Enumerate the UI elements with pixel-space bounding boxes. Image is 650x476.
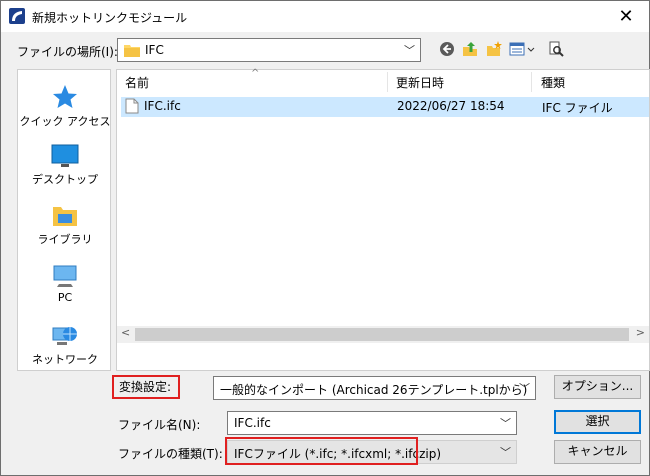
close-button[interactable]: ✕ bbox=[603, 1, 649, 32]
file-icon bbox=[125, 98, 139, 117]
view-list-icon bbox=[509, 42, 535, 56]
app-icon bbox=[9, 8, 25, 24]
lookin-value: IFC bbox=[145, 43, 164, 57]
file-list[interactable]: ^ 名前 更新日時 種類 IFC.ifc 2022/06/27 18:54 IF… bbox=[116, 68, 650, 371]
new-folder-icon bbox=[487, 41, 502, 56]
pc-icon bbox=[53, 265, 77, 287]
file-type-cell: IFC ファイル bbox=[542, 101, 613, 115]
chevron-down-icon[interactable]: ﹀ bbox=[519, 380, 530, 396]
column-divider[interactable] bbox=[531, 72, 532, 92]
sidebar-item-label: デスクトップ bbox=[32, 173, 98, 186]
places-sidebar: クイック アクセス デスクトップ ライブラリ PC ネットワーク bbox=[17, 69, 111, 371]
back-button[interactable] bbox=[437, 39, 457, 59]
column-header-modified[interactable]: 更新日時 bbox=[396, 70, 444, 94]
sidebar-item-libraries[interactable]: ライブラリ bbox=[18, 204, 112, 247]
scroll-left-icon[interactable]: < bbox=[121, 326, 130, 339]
column-divider[interactable] bbox=[387, 72, 388, 92]
up-folder-icon bbox=[463, 42, 477, 56]
chevron-down-icon[interactable]: ﹀ bbox=[404, 42, 415, 58]
sidebar-item-network[interactable]: ネットワーク bbox=[18, 324, 112, 367]
conversion-value: 一般的なインポート (Archicad 26テンプレート.tplから) bbox=[220, 383, 528, 397]
folder-icon bbox=[124, 43, 140, 60]
filename-input[interactable]: IFC.ifc ﹀ bbox=[227, 411, 517, 435]
star-icon bbox=[53, 85, 77, 108]
window-title: 新規ホットリンクモジュール bbox=[32, 11, 188, 25]
file-dialog: 新規ホットリンクモジュール ✕ ファイルの場所(I): IFC ﹀ クイック ア… bbox=[0, 0, 650, 476]
column-header-name[interactable]: 名前 bbox=[125, 70, 149, 94]
preview-icon bbox=[549, 41, 564, 57]
library-icon bbox=[53, 207, 77, 226]
sidebar-item-label: クイック アクセス bbox=[19, 115, 111, 128]
filename-value: IFC.ifc bbox=[234, 416, 271, 430]
sidebar-item-label: ネットワーク bbox=[32, 353, 98, 366]
conversion-combobox[interactable]: 一般的なインポート (Archicad 26テンプレート.tplから) ﹀ bbox=[213, 376, 536, 400]
filename-label: ファイル名(N): bbox=[118, 418, 201, 432]
network-icon bbox=[52, 327, 77, 345]
sidebar-item-label: ライブラリ bbox=[37, 233, 93, 246]
table-row[interactable]: IFC.ifc 2022/06/27 18:54 IFC ファイル bbox=[121, 97, 649, 117]
options-button[interactable]: オプション... bbox=[554, 375, 641, 399]
title-bar: 新規ホットリンクモジュール ✕ bbox=[1, 1, 649, 32]
filetype-label: ファイルの種類(T): bbox=[118, 447, 223, 461]
preview-button[interactable] bbox=[546, 39, 566, 59]
select-button[interactable]: 選択 bbox=[554, 410, 641, 434]
column-header-type[interactable]: 種類 bbox=[541, 70, 565, 94]
close-icon: ✕ bbox=[618, 6, 634, 27]
file-name-cell: IFC.ifc bbox=[144, 99, 181, 113]
desktop-icon bbox=[51, 144, 79, 167]
cancel-button[interactable]: キャンセル bbox=[554, 440, 641, 464]
scroll-right-icon[interactable]: > bbox=[636, 326, 645, 339]
lookin-combobox[interactable]: IFC ﹀ bbox=[117, 38, 421, 62]
up-folder-button[interactable] bbox=[460, 39, 480, 59]
lookin-label: ファイルの場所(I): bbox=[17, 45, 118, 59]
chevron-down-icon[interactable]: ﹀ bbox=[500, 444, 511, 460]
sort-ascending-icon: ^ bbox=[251, 68, 260, 79]
sidebar-item-quick-access[interactable]: クイック アクセス bbox=[18, 84, 112, 129]
back-arrow-icon bbox=[440, 42, 454, 56]
chevron-down-icon[interactable]: ﹀ bbox=[500, 415, 511, 431]
sidebar-item-pc[interactable]: PC bbox=[18, 264, 112, 304]
new-folder-button[interactable] bbox=[484, 39, 504, 59]
sidebar-item-desktop[interactable]: デスクトップ bbox=[18, 144, 112, 187]
scrollbar-thumb[interactable] bbox=[135, 328, 629, 341]
sidebar-item-label: PC bbox=[57, 291, 73, 304]
view-menu-button[interactable] bbox=[508, 39, 538, 59]
horizontal-scrollbar[interactable]: < > bbox=[117, 326, 649, 343]
filetype-highlight-box bbox=[225, 437, 418, 465]
file-modified-cell: 2022/06/27 18:54 bbox=[397, 99, 505, 113]
conversion-label: 変換設定: bbox=[112, 375, 180, 399]
